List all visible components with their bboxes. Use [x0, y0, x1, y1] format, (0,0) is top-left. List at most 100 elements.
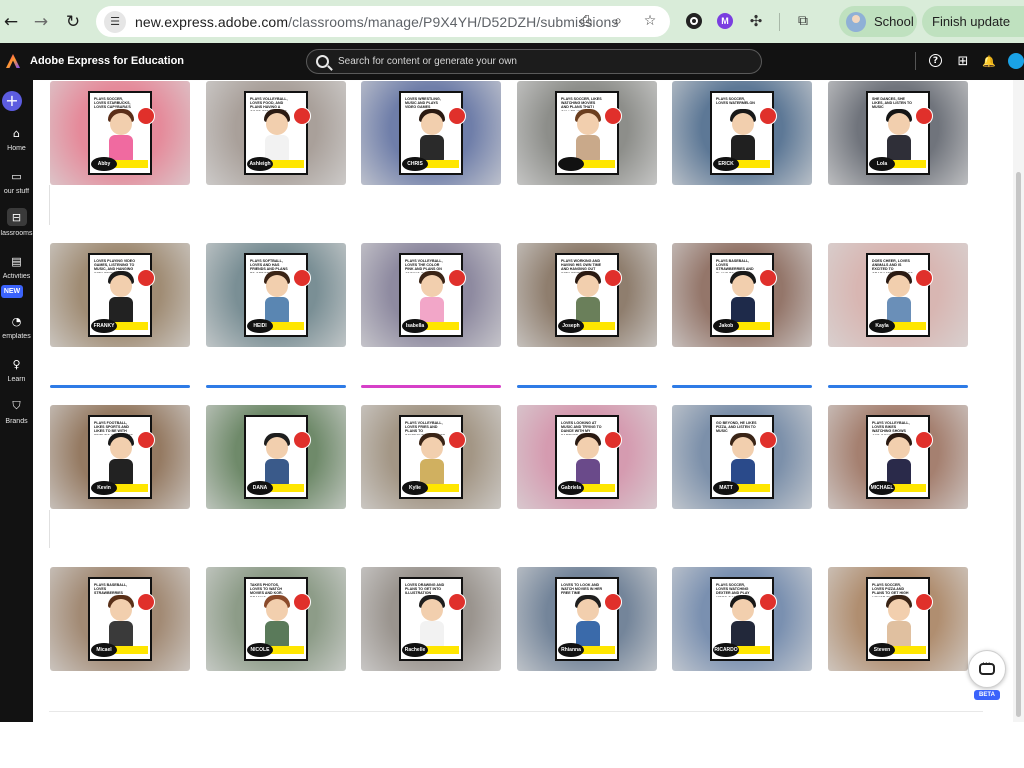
- finish-update-button[interactable]: Finish update: [922, 6, 1024, 37]
- search-input[interactable]: Search for content or generate your own: [306, 49, 762, 74]
- folder-icon: ▭: [11, 169, 22, 183]
- poster: PLAYS VOLLEYBALL, LOVES THE COLOR PINK A…: [399, 253, 466, 337]
- card-status-bar: [206, 385, 346, 388]
- student-name: MATT: [713, 481, 739, 495]
- submission-card[interactable]: PLAYS FOOTBALL, LIKES SPORTS AND LIKES T…: [50, 405, 190, 509]
- classroom-icon: ⊟: [6, 208, 27, 226]
- create-new-button[interactable]: +: [2, 91, 22, 111]
- year-badge-icon: [448, 107, 466, 125]
- submission-card[interactable]: PLAYS VOLLEYBALL, LOVES THE COLOR PINK A…: [361, 243, 501, 347]
- submission-card[interactable]: TAKES PHOTOS, LOVES TO WATCH MOVIES AND …: [206, 567, 346, 671]
- submission-card[interactable]: PLAYS SOCCER, LOVES STARBUCKS, LOVES CAP…: [50, 81, 190, 185]
- character-head: [732, 275, 754, 297]
- character-body: [109, 621, 133, 647]
- zoom-icon[interactable]: ⌕: [608, 11, 628, 31]
- site-info-icon[interactable]: ☰: [104, 10, 126, 33]
- submission-card[interactable]: DOES CHEER, LOVES ANIMALS AND IS EXCITED…: [828, 243, 968, 347]
- extensions-puzzle-icon[interactable]: ✣: [746, 11, 766, 31]
- student-name: Micael: [91, 643, 117, 657]
- student-name: Abby: [91, 157, 117, 171]
- poster: DOES CHEER, LOVES ANIMALS AND IS EXCITED…: [866, 253, 933, 337]
- submission-card[interactable]: PLAYS SOCCER, LOVES WATCHING DEXTER AND …: [672, 567, 812, 671]
- bookmark-star-icon[interactable]: ☆: [640, 11, 660, 31]
- student-name: RICARDO: [713, 643, 739, 657]
- sidebar-item-brands[interactable]: ⛉ Brands: [0, 398, 33, 425]
- card-status-bar: [361, 385, 501, 388]
- extension-m-label: M: [717, 13, 733, 29]
- submission-card[interactable]: PLAYS WORKING AND HAVING HIS OWN TIME AN…: [517, 243, 657, 347]
- character-body: [109, 459, 133, 485]
- address-bar[interactable]: ☰ new.express.adobe.com/classrooms/manag…: [96, 6, 670, 37]
- submission-card[interactable]: DANA: [206, 405, 346, 509]
- sidebar-item-home[interactable]: ⌂ Home: [0, 125, 33, 153]
- submission-card[interactable]: LOVES PLAYING VIDEO GAMES, LISTENING TO …: [50, 243, 190, 347]
- submission-card[interactable]: She dances, she likes, and listen to mus…: [828, 81, 968, 185]
- submission-card[interactable]: PLAYS SOCCER, LOVES WATERMELON ERICK: [672, 81, 812, 185]
- back-button[interactable]: ←: [0, 11, 22, 33]
- sidebar-item-classrooms[interactable]: ⊟ lassrooms: [0, 208, 33, 237]
- chat-assistant-button[interactable]: [968, 650, 1006, 688]
- scrollbar-thumb[interactable]: [1016, 172, 1021, 717]
- submission-card[interactable]: PLAYS BASEBALL, LOVES STRAWBERRIES Micael: [50, 567, 190, 671]
- install-app-icon[interactable]: ⎙: [576, 11, 596, 31]
- character-head: [266, 275, 288, 297]
- year-badge-icon: [137, 593, 155, 611]
- user-avatar[interactable]: [1008, 53, 1024, 69]
- character-body: [265, 621, 289, 647]
- student-name: DANA: [247, 481, 273, 495]
- forward-button[interactable]: →: [30, 11, 52, 33]
- character-head: [421, 113, 443, 135]
- character-head: [732, 599, 754, 621]
- reload-icon: ↻: [65, 12, 81, 32]
- poster: PLAYS WORKING AND HAVING HIS OWN TIME AN…: [555, 253, 622, 337]
- submission-card[interactable]: PLAYS BASEBALL, LOVES STRAWBERRIES AND P…: [672, 243, 812, 347]
- year-badge-icon: [137, 269, 155, 287]
- year-badge-icon: [293, 593, 311, 611]
- year-badge-icon: [293, 269, 311, 287]
- character-body: [420, 459, 444, 485]
- poster: PLAYS SOCCER, LIKES WATCHING MOVIES AND …: [555, 91, 622, 175]
- character-head: [266, 437, 288, 459]
- submission-card[interactable]: PLAYS VOLLEYBALL, LOVES FRIES AND PLANS …: [361, 405, 501, 509]
- tab-search-icon[interactable]: ⧉: [793, 11, 813, 31]
- character-head: [577, 275, 599, 297]
- character-head: [266, 113, 288, 135]
- submission-card[interactable]: PLAYS SOFTBALL, LOVES AND HAS FRIENDS AN…: [206, 243, 346, 347]
- year-badge-icon: [915, 593, 933, 611]
- left-sidebar: + ⌂ Home ▭ our stuff ⊟ lassrooms ▤ Activ…: [0, 80, 33, 722]
- sidebar-item-templates[interactable]: ◔ emplates: [0, 313, 33, 341]
- extension-m-icon[interactable]: M: [715, 11, 735, 31]
- year-badge-icon: [759, 593, 777, 611]
- character-body: [731, 621, 755, 647]
- chat-bubble-icon: [979, 659, 995, 675]
- extension-record-icon[interactable]: [684, 11, 704, 31]
- student-name: ERICK: [713, 157, 739, 171]
- submission-card[interactable]: GO BEYOND, HE LIKES PIZZA, AND LISTEN TO…: [672, 405, 812, 509]
- submission-card[interactable]: PLAYS SOCCER, LIKES WATCHING MOVIES AND …: [517, 81, 657, 185]
- sidebar-item-activities[interactable]: ▤ Activities: [0, 253, 33, 281]
- year-badge-icon: [137, 107, 155, 125]
- sidebar-item-your-stuff[interactable]: ▭ our stuff: [0, 168, 33, 196]
- apps-grid-icon[interactable]: ⊞: [955, 53, 971, 69]
- submission-card[interactable]: Plays Volleyball, loves food, and plans …: [206, 81, 346, 185]
- submission-card[interactable]: LOVES DRAWING AND PLANS TO GET INTO ILLU…: [361, 567, 501, 671]
- row-frame: [49, 672, 983, 712]
- submission-card[interactable]: LOVES WRESTLING, MUSIC AND PLAYS VIDEO G…: [361, 81, 501, 185]
- submission-card[interactable]: PLAYS VOLLEYBALL, LOVES BIKES WATCHING S…: [828, 405, 968, 509]
- year-badge-icon: [137, 431, 155, 449]
- url-path: /classrooms/manage/P9X4YH/D52DZH/submiss…: [288, 13, 619, 30]
- year-badge-icon: [293, 107, 311, 125]
- character-body: [887, 459, 911, 485]
- submission-card[interactable]: PLAYS SOCCER, LOVES Pizza AND PLANS TO G…: [828, 567, 968, 671]
- reload-button[interactable]: ↻: [62, 11, 84, 33]
- adobe-express-logo-icon[interactable]: [5, 53, 21, 69]
- sidebar-item-learn[interactable]: ♀ Learn: [0, 356, 33, 384]
- help-icon[interactable]: ?: [929, 54, 942, 67]
- profile-button[interactable]: School: [839, 6, 917, 37]
- submission-card[interactable]: LOVES TO LOOK AND WATCH MOVIES IN HER FR…: [517, 567, 657, 671]
- character-head: [732, 437, 754, 459]
- notifications-bell-icon[interactable]: 🔔: [981, 53, 997, 69]
- submission-card[interactable]: LOVES LOOKING AT MUSIC AND TRYING TO DAN…: [517, 405, 657, 509]
- forward-icon: →: [33, 12, 49, 32]
- character-head: [888, 599, 910, 621]
